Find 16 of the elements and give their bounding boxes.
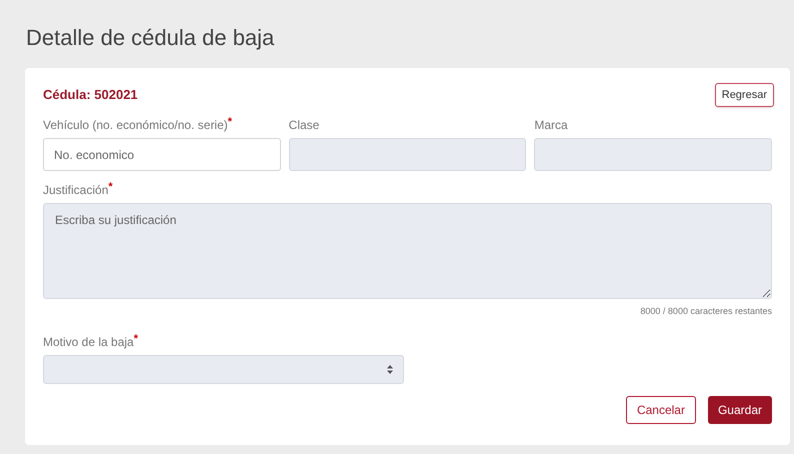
back-button[interactable]: Regresar [714, 83, 774, 107]
field-label: Justificación [43, 182, 108, 199]
field-label: Vehículo (no. económico/no. serie) [43, 118, 228, 134]
cancel-button[interactable]: Cancelar [626, 396, 696, 424]
required-mark: * [228, 116, 232, 128]
required-mark: * [108, 181, 113, 193]
input-field[interactable]: No. economico [43, 138, 281, 171]
sort-caret-icon [387, 364, 393, 374]
field-label: Clase [288, 117, 320, 134]
cedula-heading: Cédula: 502021 [43, 86, 138, 104]
field-label: Motivo de la baja [43, 334, 134, 350]
save-button[interactable]: Guardar [708, 396, 772, 424]
page-title: Detalle de cédula de baja [25, 24, 276, 52]
character-counter: 8000 / 8000 caracteres restantes [640, 305, 772, 318]
required-mark: * [134, 332, 138, 344]
field-label: Marca [534, 117, 568, 134]
